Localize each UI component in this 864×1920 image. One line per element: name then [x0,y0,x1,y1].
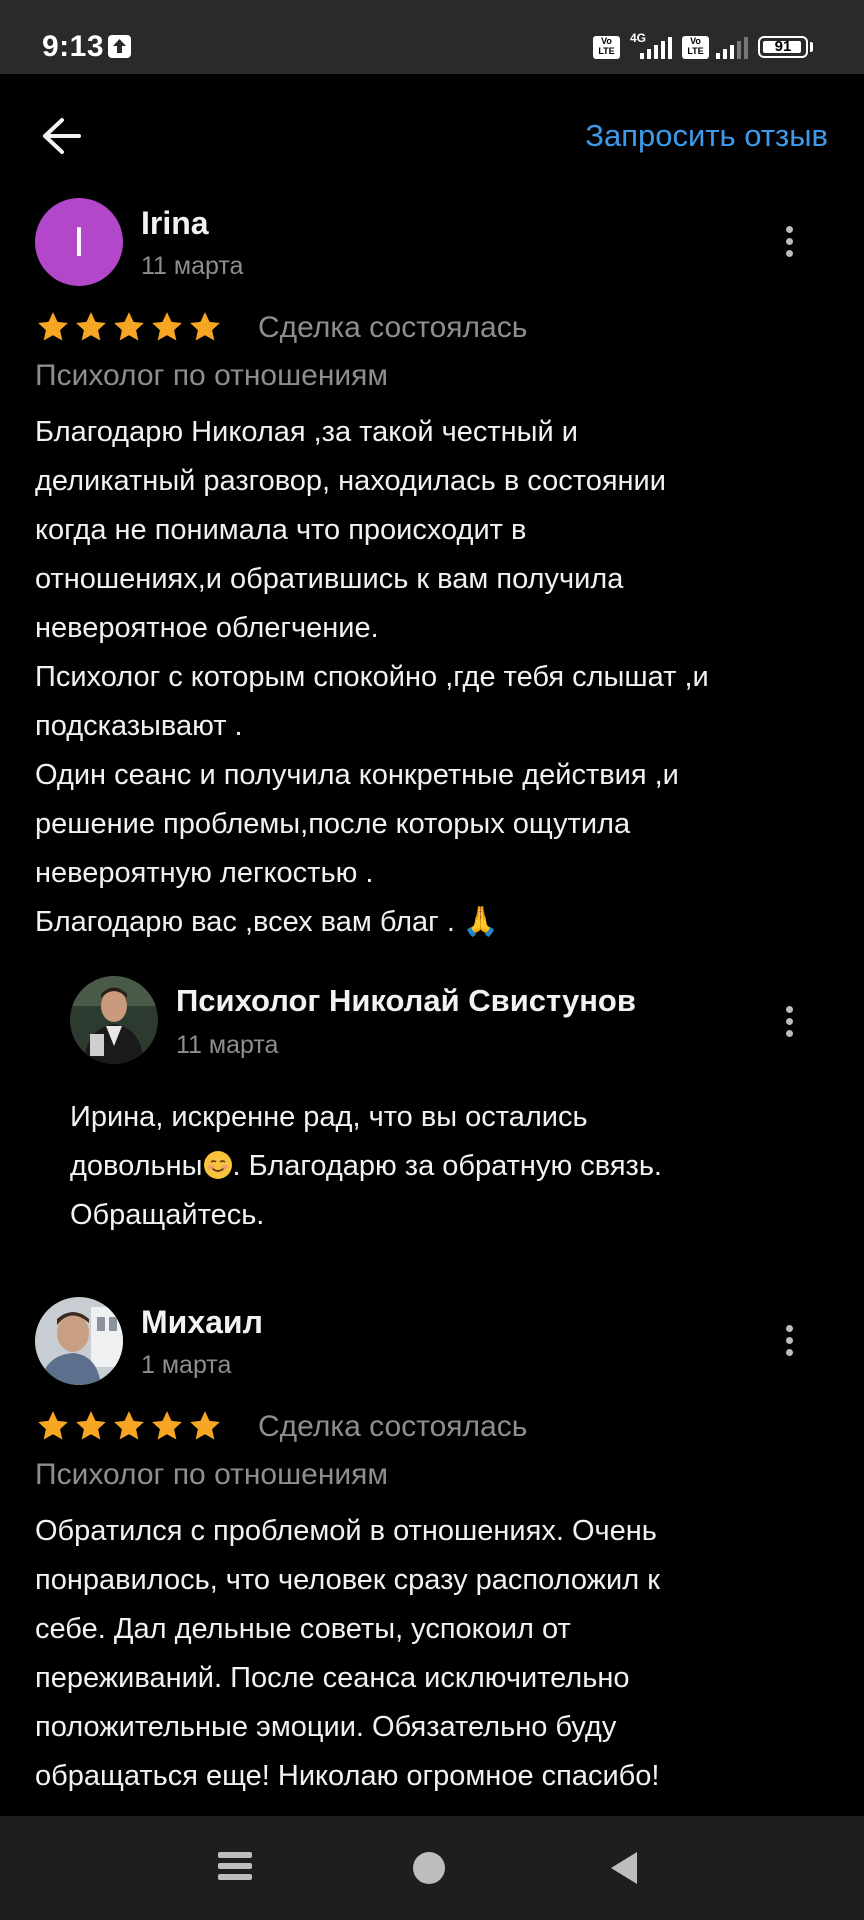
more-vert-icon[interactable] [784,1006,794,1042]
rating-stars [36,1409,222,1443]
recent-apps-icon[interactable] [218,1852,252,1884]
request-review-button[interactable]: Запросить отзыв [585,118,828,154]
smiling-face-icon [203,1151,232,1179]
author-name: Irina [141,205,209,241]
reply-author: Психолог Николай Свистунов [176,983,636,1018]
more-vert-icon[interactable] [784,1325,794,1361]
star-icon [114,312,144,341]
deal-status: Сделка состоялась [258,311,528,344]
star-icon [190,1411,220,1440]
star-icon [76,312,106,341]
signal-icon [640,37,672,59]
star-icon [152,312,182,341]
avatar: I [35,198,123,286]
author-name: Михаил [141,1304,263,1340]
service-name: Психолог по отношениям [35,1458,389,1491]
reply-date: 11 марта [176,1031,279,1059]
signal-icon-2 [716,37,748,59]
star-icon [152,1411,182,1440]
rating-stars [36,310,222,344]
status-time: 9:13 [42,30,105,63]
avatar [35,1297,123,1385]
nav-back-icon[interactable] [609,1850,639,1886]
review-text: Обратился с проблемой в отношениях. Очен… [35,1515,660,1792]
battery-tip [810,42,813,52]
upload-icon [108,35,131,58]
more-vert-icon[interactable] [784,226,794,262]
volte-icon: Vo LTE [593,36,620,59]
arrow-left-icon[interactable] [40,116,82,156]
star-icon [76,1411,106,1440]
battery-level: 91 [774,38,792,55]
star-icon [190,312,220,341]
status-bar: 9:13 Vo LTE 4G Vo LTE 91 [0,0,864,74]
home-icon[interactable] [413,1852,445,1884]
reply-avatar [70,976,158,1064]
battery-icon: 91 [758,36,808,58]
review-date: 11 марта [141,252,244,280]
volte-icon-2: Vo LTE [682,36,709,59]
star-icon [38,312,68,341]
deal-status: Сделка состоялась [258,1410,528,1443]
star-icon [38,1411,68,1440]
review-text: Благодарю Николая ,за такой честный и де… [35,416,709,938]
review-date: 1 марта [141,1351,232,1379]
service-name: Психолог по отношениям [35,359,389,392]
reply-text: Ирина, искренне рад, что вы остались дов… [70,1093,840,1240]
star-icon [114,1411,144,1440]
